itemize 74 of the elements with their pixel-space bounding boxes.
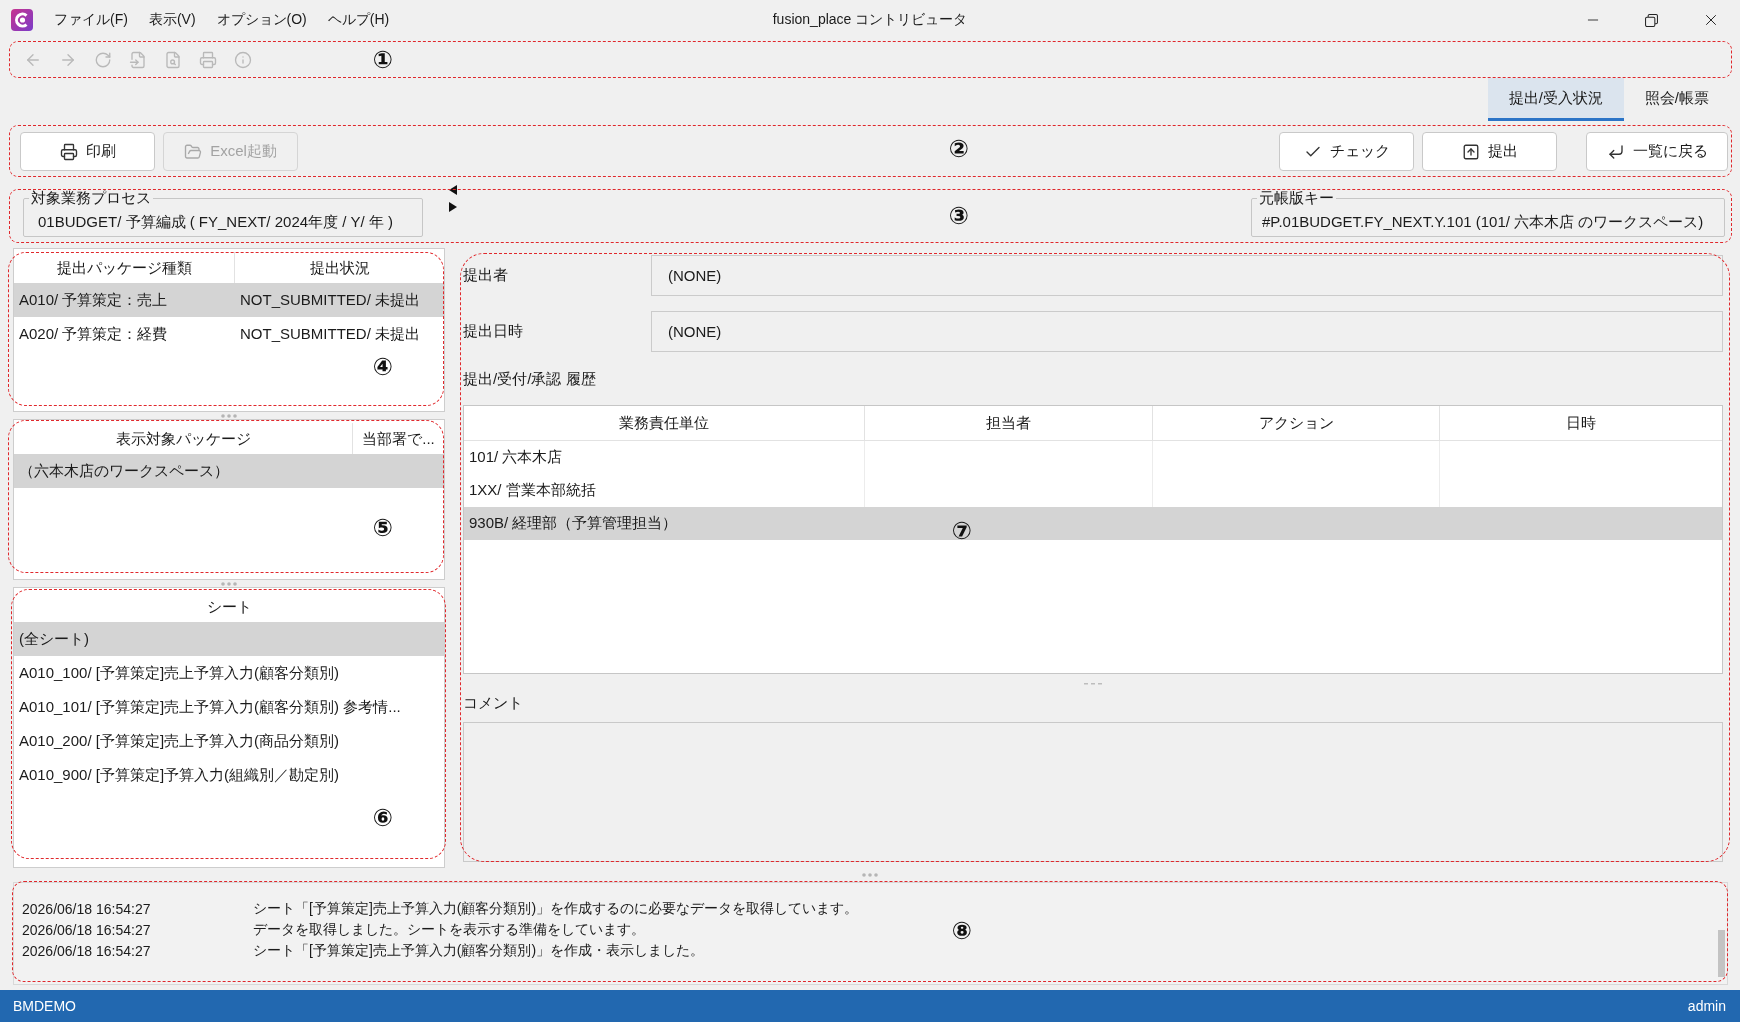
column-header[interactable]: 当部署で...	[353, 423, 444, 454]
splitter-grip-icon[interactable]	[1084, 682, 1102, 685]
column-header[interactable]: 担当者	[865, 406, 1153, 440]
table-cell-text: 930B/ 経理部（予算管理担当）	[468, 513, 679, 533]
submitter-field[interactable]: (NONE)	[651, 255, 1723, 296]
group-label: 対象業務プロセス	[30, 189, 152, 207]
field-label: コメント	[463, 693, 523, 713]
submitted-at-field[interactable]: (NONE)	[651, 311, 1723, 352]
column-header[interactable]: 提出状況	[235, 252, 444, 283]
left-triangle-icon[interactable]	[449, 185, 457, 195]
sheet-list-item[interactable]: A010_200/ [予算策定]売上予算入力(商品分類別)	[14, 724, 444, 758]
callout-number: ⑦	[951, 519, 973, 543]
log-message: シート「[予算策定]売上予算入力(顧客分類別)」を作成・表示しました。	[253, 941, 705, 960]
window-title: fusion_place コントリビュータ	[772, 11, 968, 29]
section-label: 提出/受付/承認 履歴	[463, 369, 596, 389]
column-header[interactable]: 業務責任単位	[464, 406, 865, 440]
group-value: #P.01BUDGET.FY_NEXT.Y.101 (101/ 六本木店 のワークスペース)	[1262, 212, 1704, 232]
splitter-grip-icon[interactable]	[221, 581, 237, 586]
toolbar-button[interactable]: 提出	[1422, 132, 1557, 171]
menu-item[interactable]: ヘルプ(H)	[327, 11, 390, 29]
callout-number: ②	[948, 137, 970, 161]
folder-icon	[184, 142, 203, 161]
callout-number: ⑥	[372, 806, 394, 830]
print-icon	[59, 142, 78, 161]
sheet-list-item[interactable]: A010_100/ [予算策定]売上予算入力(顧客分類別)	[14, 656, 444, 690]
toolbar-button[interactable]: 印刷	[20, 132, 155, 171]
callout-number: ⑤	[372, 516, 394, 540]
menu-item[interactable]: オプション(O)	[216, 11, 307, 29]
table-row[interactable]: A020/ 予算策定：経費 NOT_SUBMITTED/ 未提出	[14, 317, 444, 351]
menu-item[interactable]: 表示(V)	[148, 11, 196, 29]
log-timestamp: 2026/06/18 16:54:27	[22, 921, 152, 938]
column-header[interactable]: シート	[14, 591, 444, 622]
log-message: データを取得しました。シートを表示する準備をしています。	[253, 920, 645, 939]
user-name: admin	[1687, 998, 1726, 1014]
toolbar-button[interactable]: チェック	[1279, 132, 1414, 171]
back-to-list-button[interactable]: 一覧に戻る	[1586, 132, 1728, 171]
sheet-list-item[interactable]: A010_101/ [予算策定]売上予算入力(顧客分類別) 参考情...	[14, 690, 444, 724]
upload-icon	[1461, 142, 1480, 161]
table-cell-text: A020/ 予算策定：経費	[18, 324, 169, 344]
column-header[interactable]: アクション	[1153, 406, 1440, 440]
table-cell: 101/ 六本木店	[464, 441, 865, 474]
app-logo-icon	[11, 9, 33, 31]
table-cell-text: A010/ 予算策定：売上	[18, 290, 169, 310]
right-triangle-icon[interactable]	[449, 202, 457, 212]
table-row[interactable]: 101/ 六本木店	[464, 441, 1722, 474]
tab[interactable]: 提出/受入状況	[1487, 78, 1624, 121]
log-timestamp: 2026/06/18 16:54:27	[22, 942, 152, 959]
restore-icon[interactable]	[1645, 13, 1658, 27]
group-label: 元帳版キー	[1258, 189, 1335, 207]
callout-number: ①	[372, 48, 394, 72]
field-label: 提出者	[463, 266, 509, 285]
callout-number: ③	[948, 204, 970, 228]
menu-item[interactable]: ファイル(F)	[54, 11, 128, 29]
log-message: シート「[予算策定]売上予算入力(顧客分類別)」を作成するのに必要なデータを取得しています。	[253, 899, 859, 918]
splitter-grip-icon[interactable]	[862, 873, 878, 877]
tab[interactable]: 照会/帳票	[1623, 78, 1730, 121]
table-cell-text: NOT_SUBMITTED/ 未提出	[239, 290, 421, 310]
table-cell-text: NOT_SUBMITTED/ 未提出	[239, 324, 421, 344]
callout-number: ④	[372, 355, 394, 379]
return-arrow-icon	[1606, 142, 1625, 161]
table-row[interactable]: A010/ 予算策定：売上 NOT_SUBMITTED/ 未提出	[14, 283, 444, 317]
sheet-list-item[interactable]: A010_900/ [予算策定]予算入力(組織別／勘定別)	[14, 758, 444, 792]
field-label: 提出日時	[463, 322, 524, 341]
splitter-grip-icon[interactable]	[221, 413, 237, 418]
table-cell-text: （六本木店のワークスペース）	[18, 461, 230, 481]
comment-field[interactable]	[463, 722, 1723, 862]
column-header[interactable]: 日時	[1440, 406, 1722, 440]
sheet-list-item[interactable]: (全シート)	[14, 622, 444, 656]
callout-number: ⑧	[951, 919, 973, 943]
status-text: BMDEMO	[13, 998, 76, 1014]
scrollbar-thumb[interactable]	[1718, 930, 1725, 977]
log-timestamp: 2026/06/18 16:54:27	[22, 900, 152, 917]
table-row[interactable]: （六本木店のワークスペース）	[14, 454, 444, 488]
group-value: 01BUDGET/ 予算編成 ( FY_NEXT/ 2024年度 / Y/ 年 )	[38, 212, 394, 232]
